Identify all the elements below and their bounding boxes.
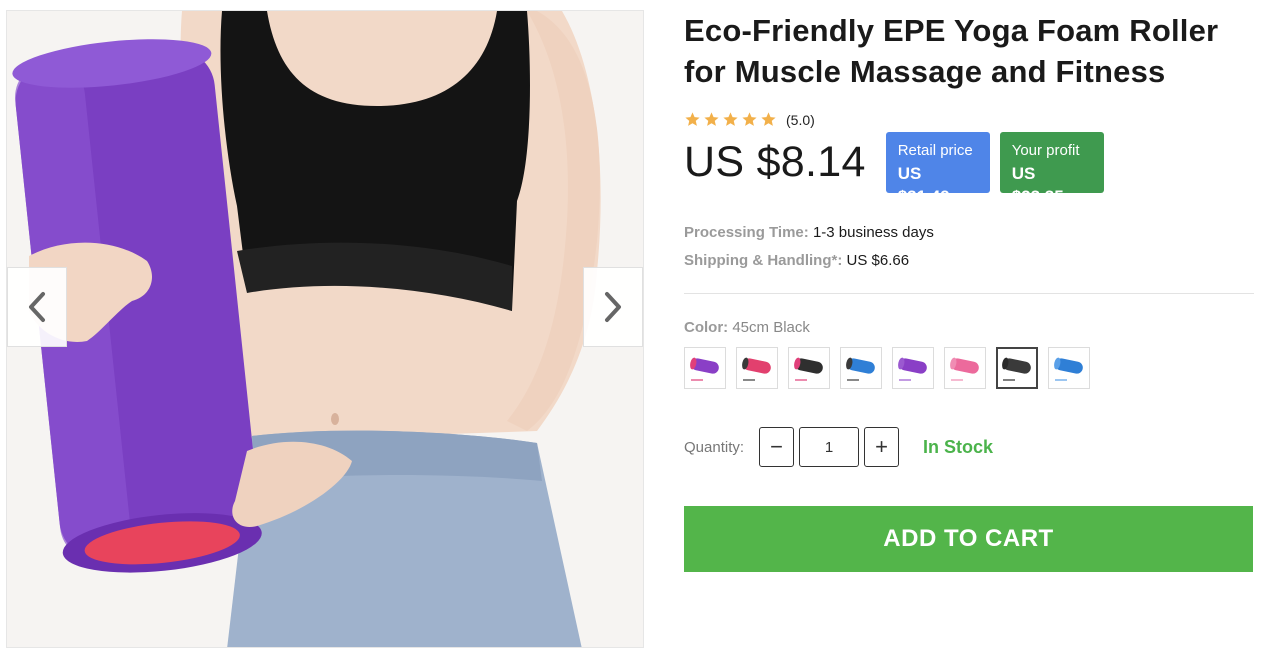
foam-roller-thumbnail (1002, 357, 1031, 381)
color-swatch[interactable] (944, 347, 986, 389)
rating-value: (5.0) (786, 111, 815, 128)
retail-price-badge: Retail price US $31.49 (885, 132, 990, 206)
foam-roller-thumbnail (898, 357, 927, 381)
foam-roller-thumbnail (690, 357, 719, 381)
processing-time-label: Processing Time: (684, 224, 809, 241)
product-photo (7, 11, 643, 647)
foam-roller-thumbnail (1054, 357, 1083, 381)
product-rating: (5.0) (684, 111, 815, 128)
color-swatch[interactable] (840, 347, 882, 389)
chevron-right-icon (605, 292, 621, 322)
product-price: US $8.14 (684, 138, 866, 186)
star-icon (723, 112, 738, 126)
color-swatch[interactable] (788, 347, 830, 389)
foam-roller-thumbnail (742, 357, 771, 381)
quantity-decrease-button[interactable]: − (759, 427, 794, 467)
chevron-left-icon (29, 292, 45, 322)
color-label: Color: (684, 319, 729, 336)
color-selection-label: Color: 45cm Black (684, 319, 810, 336)
shipping-value: US $6.66 (846, 252, 910, 269)
product-info-panel: Eco-Friendly EPE Yoga Foam Roller for Mu… (684, 10, 1254, 572)
profit-label: Your profit (1011, 142, 1080, 159)
foam-roller-thumbnail (794, 357, 823, 381)
gallery-next-button[interactable] (583, 267, 643, 347)
processing-time-value: 1-3 business days (812, 224, 934, 241)
profit-badge: Your profit US $23.35 (999, 132, 1104, 206)
color-swatch[interactable] (736, 347, 778, 389)
color-swatch[interactable] (684, 347, 726, 389)
star-icon (742, 112, 757, 126)
star-icon (685, 112, 700, 126)
quantity-input[interactable] (799, 427, 859, 467)
quantity-label: Quantity: (684, 438, 745, 456)
foam-roller-thumbnail (950, 357, 979, 381)
price-row: US $8.14 Retail price US $31.49 Your pro… (684, 132, 1104, 206)
processing-time: Processing Time: 1-3 business days (684, 224, 934, 241)
quantity-increase-button[interactable]: + (864, 427, 899, 467)
gallery-prev-button[interactable] (7, 267, 67, 347)
divider (684, 293, 1254, 294)
star-icon (704, 112, 719, 126)
color-swatches (684, 347, 1090, 389)
retail-price-value: US $31.49 (897, 164, 950, 206)
stock-status: In Stock (923, 436, 994, 457)
color-value: 45cm Black (732, 319, 810, 336)
color-swatch[interactable] (1048, 347, 1090, 389)
product-title: Eco-Friendly EPE Yoga Foam Roller for Mu… (684, 13, 1219, 89)
add-to-cart-button[interactable]: ADD TO CART (684, 506, 1253, 572)
color-swatch[interactable] (892, 347, 934, 389)
color-swatch[interactable] (996, 347, 1038, 389)
foam-roller-thumbnail (846, 357, 875, 381)
shipping-label: Shipping & Handling*: (684, 252, 843, 269)
retail-price-label: Retail price (897, 142, 973, 159)
product-image-gallery (6, 10, 644, 648)
rating-stars (684, 111, 777, 128)
shipping-handling: Shipping & Handling*: US $6.66 (684, 252, 909, 269)
quantity-row: Quantity: − + In Stock (684, 427, 993, 467)
profit-value: US $23.35 (1011, 164, 1064, 206)
star-icon (761, 112, 776, 126)
